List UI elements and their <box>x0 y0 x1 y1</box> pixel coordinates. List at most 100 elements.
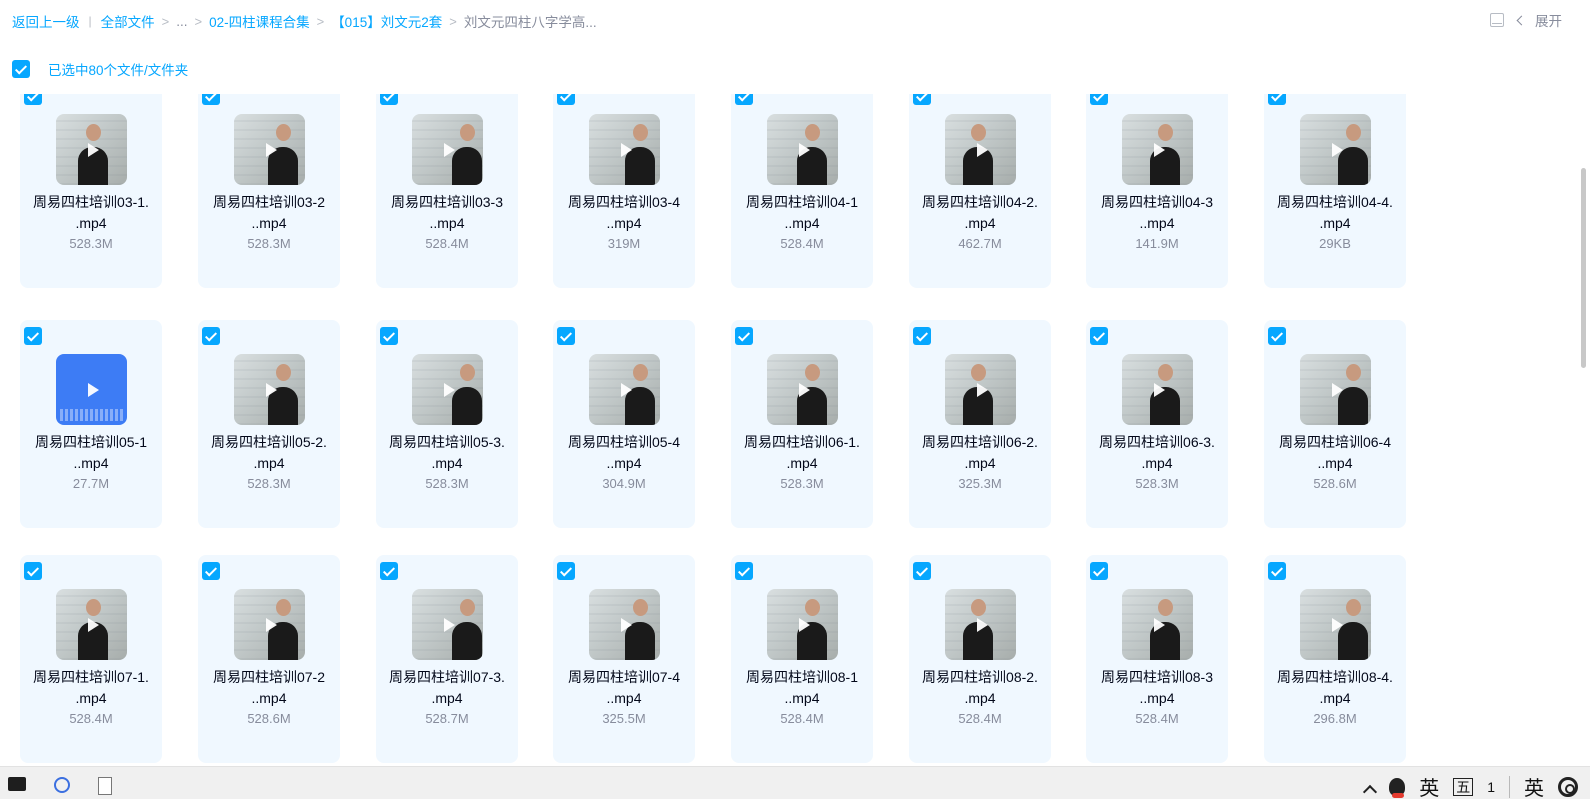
file-name[interactable]: 周易四柱培训06-2. .mp4 <box>909 432 1051 474</box>
file-name[interactable]: 周易四柱培训03-4 ..mp4 <box>553 192 695 234</box>
file-card[interactable]: 周易四柱培训05-2. .mp4 528.3M <box>198 320 340 528</box>
breadcrumb-ellipsis[interactable]: ... <box>176 14 187 29</box>
file-checkbox[interactable] <box>1268 94 1286 105</box>
file-checkbox[interactable] <box>202 562 220 580</box>
video-thumbnail[interactable] <box>412 354 483 425</box>
file-card[interactable]: 周易四柱培训07-3. .mp4 528.7M <box>376 555 518 763</box>
file-card[interactable]: 周易四柱培训08-2. .mp4 528.4M <box>909 555 1051 763</box>
file-checkbox[interactable] <box>1268 327 1286 345</box>
file-checkbox[interactable] <box>380 562 398 580</box>
file-name[interactable]: 周易四柱培训06-3. .mp4 <box>1086 432 1228 474</box>
file-checkbox[interactable] <box>202 327 220 345</box>
file-name[interactable]: 周易四柱培训07-2 ..mp4 <box>198 667 340 709</box>
file-checkbox[interactable] <box>24 327 42 345</box>
file-name[interactable]: 周易四柱培训04-4. .mp4 <box>1264 192 1406 234</box>
file-checkbox[interactable] <box>24 562 42 580</box>
file-name[interactable]: 周易四柱培训07-4 ..mp4 <box>553 667 695 709</box>
network-icon[interactable] <box>54 777 70 793</box>
video-thumbnail[interactable] <box>1122 589 1193 660</box>
file-checkbox[interactable] <box>735 562 753 580</box>
file-card[interactable]: 周易四柱培训03-1. .mp4 528.3M <box>20 94 162 288</box>
file-checkbox[interactable] <box>913 562 931 580</box>
notepad-icon[interactable] <box>98 777 112 795</box>
file-name[interactable]: 周易四柱培训06-4 ..mp4 <box>1264 432 1406 474</box>
file-name[interactable]: 周易四柱培训03-1. .mp4 <box>20 192 162 234</box>
video-thumbnail[interactable] <box>767 114 838 185</box>
file-name[interactable]: 周易四柱培训06-1. .mp4 <box>731 432 873 474</box>
scrollbar-thumb[interactable] <box>1581 168 1586 368</box>
ime-mode[interactable]: 五 <box>1453 777 1474 796</box>
video-thumbnail[interactable] <box>234 354 305 425</box>
file-card[interactable]: 周易四柱培训04-1 ..mp4 528.4M <box>731 94 873 288</box>
video-thumbnail[interactable] <box>412 589 483 660</box>
file-checkbox[interactable] <box>1090 94 1108 105</box>
file-name[interactable]: 周易四柱培训05-2. .mp4 <box>198 432 340 474</box>
file-card[interactable]: 周易四柱培训03-4 ..mp4 319M <box>553 94 695 288</box>
file-name[interactable]: 周易四柱培训04-1 ..mp4 <box>731 192 873 234</box>
file-name[interactable]: 周易四柱培训08-3 ..mp4 <box>1086 667 1228 709</box>
video-thumbnail[interactable] <box>56 114 127 185</box>
back-link[interactable]: 返回上一级 <box>12 11 80 31</box>
file-checkbox[interactable] <box>1090 562 1108 580</box>
video-thumbnail[interactable] <box>945 354 1016 425</box>
file-card[interactable]: 周易四柱培训05-3. .mp4 528.3M <box>376 320 518 528</box>
file-name[interactable]: 周易四柱培训08-1 ..mp4 <box>731 667 873 709</box>
list-view-icon[interactable] <box>1490 13 1504 27</box>
file-card[interactable]: 周易四柱培训06-4 ..mp4 528.6M <box>1264 320 1406 528</box>
file-name[interactable]: 周易四柱培训08-4. .mp4 <box>1264 667 1406 709</box>
breadcrumb-all-files[interactable]: 全部文件 <box>101 11 155 31</box>
file-card[interactable]: 周易四柱培训07-1. .mp4 528.4M <box>20 555 162 763</box>
file-card[interactable]: 周易四柱培训07-2 ..mp4 528.6M <box>198 555 340 763</box>
qq-icon[interactable] <box>1389 777 1406 798</box>
video-thumbnail[interactable] <box>234 589 305 660</box>
gear-icon[interactable] <box>1558 776 1578 797</box>
terminal-icon[interactable] <box>8 777 26 791</box>
file-checkbox[interactable] <box>913 94 931 105</box>
file-card[interactable]: 周易四柱培训08-4. .mp4 296.8M <box>1264 555 1406 763</box>
video-thumbnail[interactable] <box>945 589 1016 660</box>
video-thumbnail[interactable] <box>234 114 305 185</box>
file-checkbox[interactable] <box>735 327 753 345</box>
scrollbar[interactable] <box>1560 40 1590 766</box>
file-checkbox[interactable] <box>202 94 220 105</box>
file-name[interactable]: 周易四柱培训07-1. .mp4 <box>20 667 162 709</box>
file-card[interactable]: 周易四柱培训08-1 ..mp4 528.4M <box>731 555 873 763</box>
video-thumbnail[interactable] <box>589 114 660 185</box>
file-card[interactable]: 周易四柱培训03-3 ..mp4 528.4M <box>376 94 518 288</box>
video-thumbnail[interactable] <box>1122 354 1193 425</box>
file-name[interactable]: 周易四柱培训04-2. .mp4 <box>909 192 1051 234</box>
chevron-up-icon[interactable] <box>1363 784 1378 799</box>
video-thumbnail[interactable] <box>589 589 660 660</box>
file-name[interactable]: 周易四柱培训03-3 ..mp4 <box>376 192 518 234</box>
file-card[interactable]: 周易四柱培训04-3 ..mp4 141.9M <box>1086 94 1228 288</box>
file-card[interactable]: 周易四柱培训08-3 ..mp4 528.4M <box>1086 555 1228 763</box>
ime-language[interactable]: 英 <box>1419 772 1439 801</box>
video-thumbnail[interactable] <box>767 354 838 425</box>
video-thumbnail[interactable] <box>1122 114 1193 185</box>
video-thumbnail[interactable] <box>767 589 838 660</box>
file-card[interactable]: 周易四柱培训05-1 ..mp4 27.7M <box>20 320 162 528</box>
file-name[interactable]: 周易四柱培训05-4 ..mp4 <box>553 432 695 474</box>
file-card[interactable]: 周易四柱培训03-2 ..mp4 528.3M <box>198 94 340 288</box>
file-card[interactable]: 周易四柱培训07-4 ..mp4 325.5M <box>553 555 695 763</box>
video-thumbnail[interactable] <box>56 589 127 660</box>
file-card[interactable]: 周易四柱培训04-4. .mp4 29KB <box>1264 94 1406 288</box>
file-checkbox[interactable] <box>557 94 575 105</box>
file-name[interactable]: 周易四柱培训08-2. .mp4 <box>909 667 1051 709</box>
file-card[interactable]: 周易四柱培训04-2. .mp4 462.7M <box>909 94 1051 288</box>
video-thumbnail[interactable] <box>1300 114 1371 185</box>
breadcrumb-level2[interactable]: 【015】刘文元2套 <box>331 11 442 31</box>
file-checkbox[interactable] <box>380 94 398 105</box>
file-checkbox[interactable] <box>1268 562 1286 580</box>
file-name[interactable]: 周易四柱培训04-3 ..mp4 <box>1086 192 1228 234</box>
file-checkbox[interactable] <box>557 562 575 580</box>
file-name[interactable]: 周易四柱培训05-3. .mp4 <box>376 432 518 474</box>
file-card[interactable]: 周易四柱培训06-3. .mp4 528.3M <box>1086 320 1228 528</box>
video-thumbnail[interactable] <box>1300 354 1371 425</box>
file-checkbox[interactable] <box>380 327 398 345</box>
video-thumbnail[interactable] <box>945 114 1016 185</box>
video-thumbnail[interactable] <box>1300 589 1371 660</box>
file-card[interactable]: 周易四柱培训06-1. .mp4 528.3M <box>731 320 873 528</box>
file-card[interactable]: 周易四柱培训06-2. .mp4 325.3M <box>909 320 1051 528</box>
file-checkbox[interactable] <box>1090 327 1108 345</box>
